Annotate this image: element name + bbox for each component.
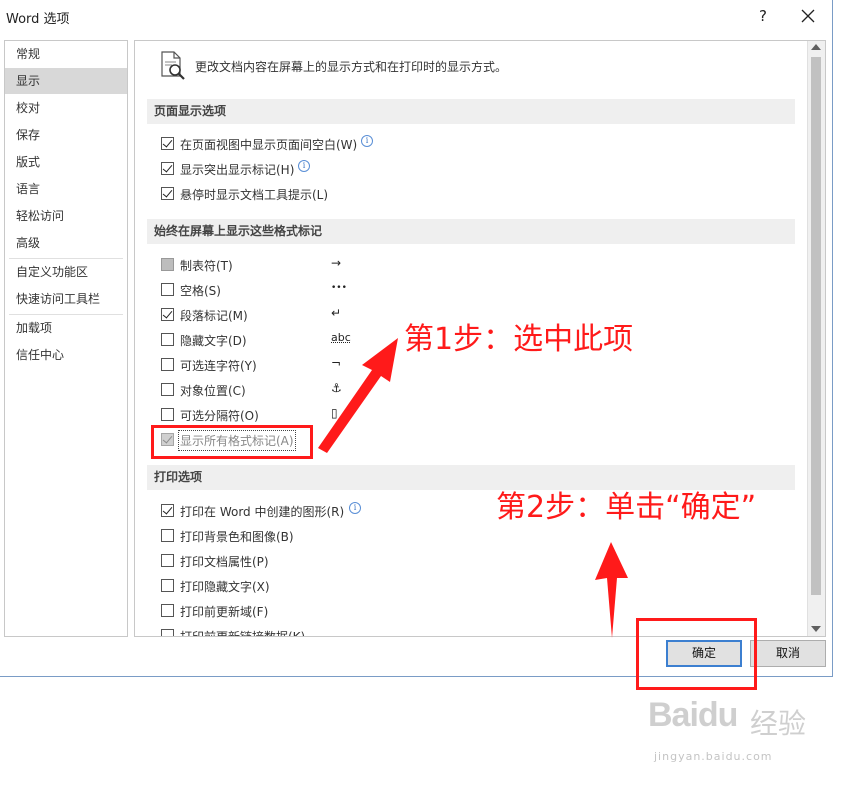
watermark-url: jingyan.baidu.com	[654, 750, 773, 763]
option-label: 打印在 Word 中创建的图形(R)	[180, 505, 345, 519]
scrollbar-thumb[interactable]	[811, 57, 821, 595]
section-heading-formatting-marks: 始终在屏幕上显示这些格式标记	[147, 219, 795, 244]
checkbox[interactable]	[161, 283, 174, 296]
option-label: 可选分隔符(O)	[180, 409, 259, 423]
sidebar-item-typography[interactable]: 版式	[5, 149, 127, 175]
sidebar-item-proofing[interactable]: 校对	[5, 95, 127, 121]
checkbox[interactable]	[161, 529, 174, 542]
watermark-name: 经验	[750, 707, 807, 740]
scroll-up-icon[interactable]	[811, 44, 821, 50]
watermark-brand: Baidu	[648, 696, 738, 734]
tab-mark-icon: →	[331, 256, 342, 270]
document-magnifier-icon	[161, 51, 185, 80]
option-label: 打印前更新链接数据(K)	[180, 630, 306, 637]
step2-arrow-icon	[595, 542, 628, 638]
sidebar-item-accessibility[interactable]: 轻松访问	[5, 203, 127, 229]
sidebar-item-quick-access-toolbar[interactable]: 快速访问工具栏	[5, 286, 127, 312]
option-label: 打印隐藏文字(X)	[180, 580, 270, 594]
step1-highlight-box	[151, 425, 313, 459]
checkbox[interactable]	[161, 408, 174, 421]
close-icon	[801, 9, 815, 23]
sidebar-item-advanced[interactable]: 高级	[5, 230, 127, 256]
checkbox[interactable]	[161, 308, 174, 321]
option-label: 制表符(T)	[180, 259, 233, 273]
sidebar-item-add-ins[interactable]: 加载项	[5, 315, 127, 341]
info-icon: i	[361, 135, 373, 147]
checkbox[interactable]	[161, 579, 174, 592]
help-button[interactable]: ?	[743, 3, 783, 29]
checkbox[interactable]	[161, 604, 174, 617]
dialog-title: Word 选项	[6, 12, 70, 27]
checkbox[interactable]	[161, 554, 174, 567]
space-mark-icon: •••	[331, 283, 347, 293]
sidebar-item-trust-center[interactable]: 信任中心	[5, 342, 127, 368]
option-label: 段落标记(M)	[180, 309, 248, 323]
baidu-jingyan-watermark: Baidu 经验 jingyan.baidu.com	[640, 688, 830, 774]
sidebar-item-customize-ribbon[interactable]: 自定义功能区	[5, 259, 127, 285]
intro-description: 更改文档内容在屏幕上的显示方式和在打印时的显示方式。	[195, 60, 508, 74]
checkbox[interactable]	[161, 504, 174, 517]
option-label: 可选连字符(Y)	[180, 359, 257, 373]
option-label: 打印前更新域(F)	[180, 605, 269, 619]
close-button[interactable]	[788, 3, 828, 29]
option-label: 空格(S)	[180, 284, 221, 298]
option-label: 隐藏文字(D)	[180, 334, 247, 348]
checkbox[interactable]	[161, 629, 174, 636]
section-heading-page-display: 页面显示选项	[147, 99, 795, 124]
checkbox[interactable]	[161, 333, 174, 346]
option-label: 悬停时显示文档工具提示(L)	[180, 188, 329, 202]
intro-row: 更改文档内容在屏幕上的显示方式和在打印时的显示方式。	[159, 51, 799, 81]
cancel-button[interactable]: 取消	[750, 640, 826, 667]
sidebar-item-general[interactable]: 常规	[5, 41, 127, 67]
options-sidebar: 常规 显示 校对 保存 版式 语言 轻松访问 高级 自定义功能区 快速访问工具栏…	[4, 40, 128, 637]
option-label: 打印背景色和图像(B)	[180, 530, 294, 544]
checkbox[interactable]	[161, 383, 174, 396]
step1-arrow-icon	[318, 338, 398, 453]
checkbox[interactable]	[161, 258, 174, 271]
scroll-down-icon[interactable]	[811, 626, 821, 632]
sidebar-item-save[interactable]: 保存	[5, 122, 127, 148]
checkbox[interactable]	[161, 137, 174, 150]
step2-label: 第2步：单击“确定”	[496, 490, 757, 525]
title-bar: Word 选项 ?	[0, 0, 832, 32]
step2-highlight-box	[636, 618, 757, 690]
checkbox[interactable]	[161, 187, 174, 200]
option-label: 对象位置(C)	[180, 384, 246, 398]
vertical-scrollbar[interactable]	[807, 41, 825, 636]
option-label: 显示突出显示标记(H)	[180, 163, 295, 177]
checkbox[interactable]	[161, 358, 174, 371]
info-icon: i	[349, 502, 361, 514]
sidebar-item-language[interactable]: 语言	[5, 176, 127, 202]
option-label: 在页面视图中显示页面间空白(W)	[180, 138, 358, 152]
info-icon: i	[298, 160, 310, 172]
sidebar-item-display[interactable]: 显示	[5, 68, 127, 94]
step1-label: 第1步：选中此项	[404, 322, 634, 357]
checkbox[interactable]	[161, 162, 174, 175]
option-label: 打印文档属性(P)	[180, 555, 269, 569]
paragraph-mark-icon: ↵	[331, 306, 342, 320]
